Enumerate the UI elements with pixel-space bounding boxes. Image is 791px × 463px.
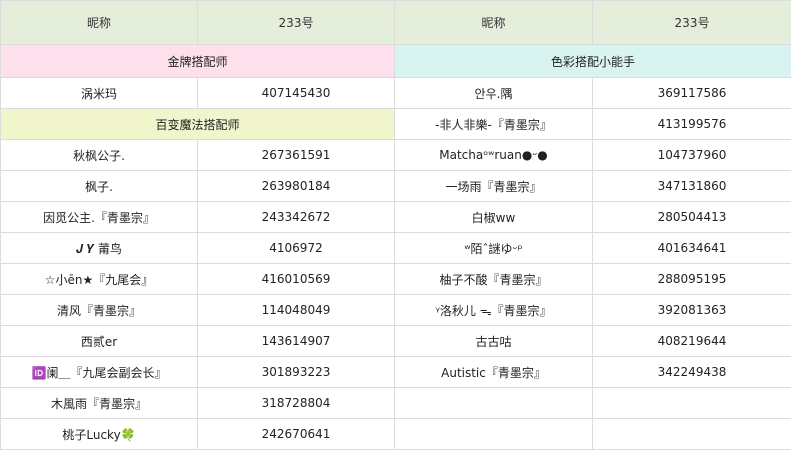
member-nick: 一场雨『青墨宗』 [394,170,593,202]
member-nick: ʷ陌ˆ謎ゆᵕᵖ [394,232,593,264]
member-id: 288095195 [592,263,791,295]
empty-cell [394,418,593,450]
table-row: 枫子. 263980184 一场雨『青墨宗』 347131860 [0,170,791,202]
member-id: 408219644 [592,325,791,357]
member-id: 104737960 [592,139,791,171]
member-nick: 𝑱 𝒀 莆鸟 [0,232,198,264]
member-nick: 因觅公主.『青墨宗』 [0,201,198,233]
member-nick: -非人非樂-『青墨宗』 [394,108,593,140]
member-nick: ☆小ēn★『九尾会』 [0,263,198,295]
member-nick: 古古咕 [394,325,593,357]
table-row: 因觅公主.『青墨宗』 243342672 白椒ww 280504413 [0,201,791,233]
member-nick: 안우.隅 [394,77,593,109]
member-id: 392081363 [592,294,791,326]
roster-table: 昵称 233号 昵称 233号 金牌搭配师 色彩搭配小能手 涡米玛 407145… [0,0,791,450]
member-id: 143614907 [197,325,395,357]
member-id: 342249438 [592,356,791,388]
member-id: 318728804 [197,387,395,419]
table-row: 木風雨『青墨宗』 318728804 [0,387,791,419]
member-id: 267361591 [197,139,395,171]
member-nick: 🆔阑＿『九尾会副会长』 [0,356,198,388]
member-nick: 柚子不酸『青墨宗』 [394,263,593,295]
member-id: 280504413 [592,201,791,233]
table-row: 🆔阑＿『九尾会副会长』 301893223 Autistic『青墨宗』 3422… [0,356,791,388]
member-nick: 西贰er [0,325,198,357]
member-id: 369117586 [592,77,791,109]
section-row-gold: 金牌搭配师 色彩搭配小能手 [0,44,791,78]
member-id: 301893223 [197,356,395,388]
member-id: 263980184 [197,170,395,202]
member-nick: 清风『青墨宗』 [0,294,198,326]
section-magic-stylist: 百变魔法搭配师 [0,108,395,140]
member-nick: Matchaᵒʷruan●ᵕ● [394,139,593,171]
member-id: 347131860 [592,170,791,202]
member-id: 416010569 [197,263,395,295]
member-id: 242670641 [197,418,395,450]
header-id-left: 233号 [197,0,395,45]
header-id-right: 233号 [592,0,791,45]
member-nick: 枫子. [0,170,198,202]
member-id: 243342672 [197,201,395,233]
member-nick: 木風雨『青墨宗』 [0,387,198,419]
table-row: 百变魔法搭配师 -非人非樂-『青墨宗』 413199576 [0,108,791,140]
section-color-stylist: 色彩搭配小能手 [394,44,791,78]
member-id: 401634641 [592,232,791,264]
roster-sheet: 昵称 233号 昵称 233号 金牌搭配师 色彩搭配小能手 涡米玛 407145… [0,0,791,463]
member-id: 413199576 [592,108,791,140]
member-nick: 涡米玛 [0,77,198,109]
header-nick-right: 昵称 [394,0,593,45]
member-id: 114048049 [197,294,395,326]
header-nick-left: 昵称 [0,0,198,45]
member-nick: ᵞ洛秋儿 ᯓ『青墨宗』 [394,294,593,326]
empty-cell [394,387,593,419]
table-row: 西贰er 143614907 古古咕 408219644 [0,325,791,357]
member-id: 4106972 [197,232,395,264]
table-row: 清风『青墨宗』 114048049 ᵞ洛秋儿 ᯓ『青墨宗』 392081363 [0,294,791,326]
member-nick: 秋枫公子. [0,139,198,171]
member-nick: Autistic『青墨宗』 [394,356,593,388]
table-row: 秋枫公子. 267361591 Matchaᵒʷruan●ᵕ● 10473796… [0,139,791,171]
header-row: 昵称 233号 昵称 233号 [0,0,791,45]
section-gold-stylist: 金牌搭配师 [0,44,395,78]
member-id: 407145430 [197,77,395,109]
table-row: 涡米玛 407145430 안우.隅 369117586 [0,77,791,109]
table-row: ☆小ēn★『九尾会』 416010569 柚子不酸『青墨宗』 288095195 [0,263,791,295]
empty-cell [592,418,791,450]
empty-cell [592,387,791,419]
table-row: 桃子Lucky🍀 242670641 [0,418,791,450]
roster-table-body: 昵称 233号 昵称 233号 金牌搭配师 色彩搭配小能手 涡米玛 407145… [0,0,791,450]
member-nick: 白椒ww [394,201,593,233]
table-row: 𝑱 𝒀 莆鸟 4106972 ʷ陌ˆ謎ゆᵕᵖ 401634641 [0,232,791,264]
member-nick: 桃子Lucky🍀 [0,418,198,450]
